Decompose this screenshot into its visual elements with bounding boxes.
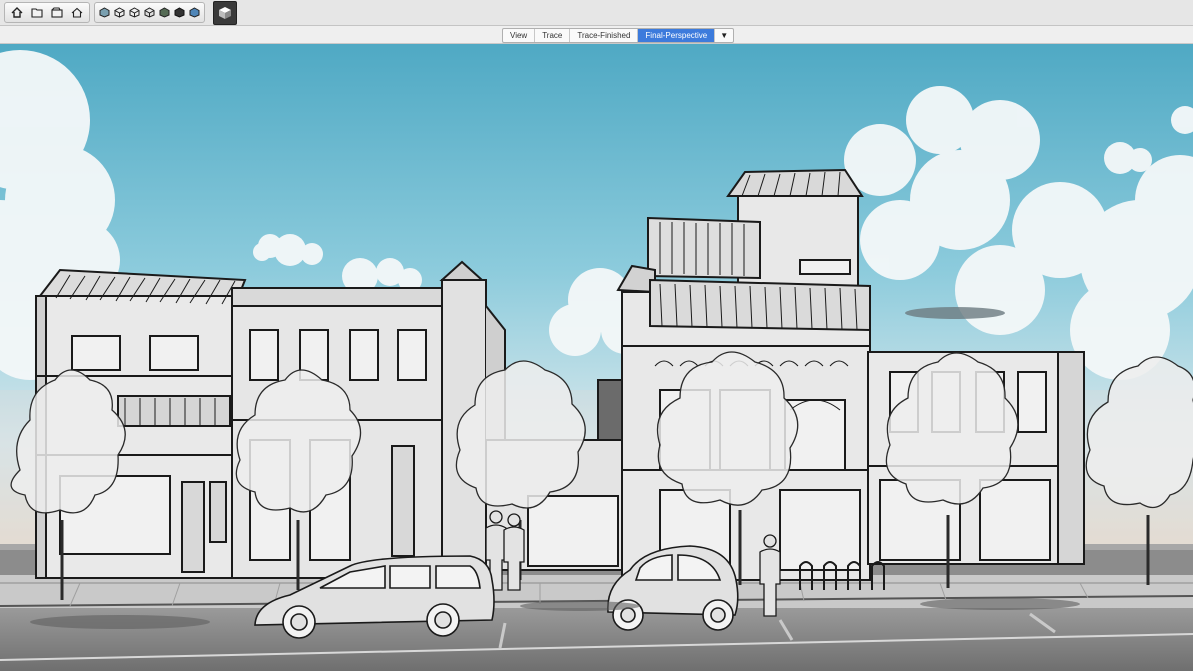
scene-tabs-menu-button[interactable]: ▼ bbox=[715, 29, 733, 42]
view-back-icon[interactable] bbox=[157, 4, 172, 21]
scene-icon[interactable] bbox=[47, 4, 67, 21]
dark-cloud bbox=[905, 307, 1005, 319]
view-bottom-icon[interactable] bbox=[187, 4, 202, 21]
house-icon[interactable] bbox=[67, 4, 87, 21]
tab-view[interactable]: View bbox=[503, 29, 536, 42]
scene-tab-bar: View Trace Trace-Finished Final-Perspect… bbox=[0, 26, 1193, 44]
toolbar-group-navigation bbox=[4, 2, 90, 23]
toolbar bbox=[0, 0, 1193, 26]
scene-tabs: View Trace Trace-Finished Final-Perspect… bbox=[502, 28, 735, 43]
tab-final-perspective[interactable]: Final-Perspective bbox=[638, 29, 716, 42]
tab-trace-finished[interactable]: Trace-Finished bbox=[570, 29, 639, 42]
model-viewport[interactable] bbox=[0, 44, 1193, 671]
toolbar-group-views bbox=[94, 2, 205, 23]
view-iso-icon[interactable] bbox=[97, 4, 112, 21]
sketch-scene bbox=[0, 44, 1193, 671]
view-top-icon[interactable] bbox=[112, 4, 127, 21]
open-folder-icon[interactable] bbox=[27, 4, 47, 21]
view-front-icon[interactable] bbox=[127, 4, 142, 21]
style-icon[interactable] bbox=[213, 0, 237, 25]
view-left-icon[interactable] bbox=[172, 4, 187, 21]
home-icon[interactable] bbox=[7, 4, 27, 21]
view-right-icon[interactable] bbox=[142, 4, 157, 21]
tab-trace[interactable]: Trace bbox=[535, 29, 571, 42]
